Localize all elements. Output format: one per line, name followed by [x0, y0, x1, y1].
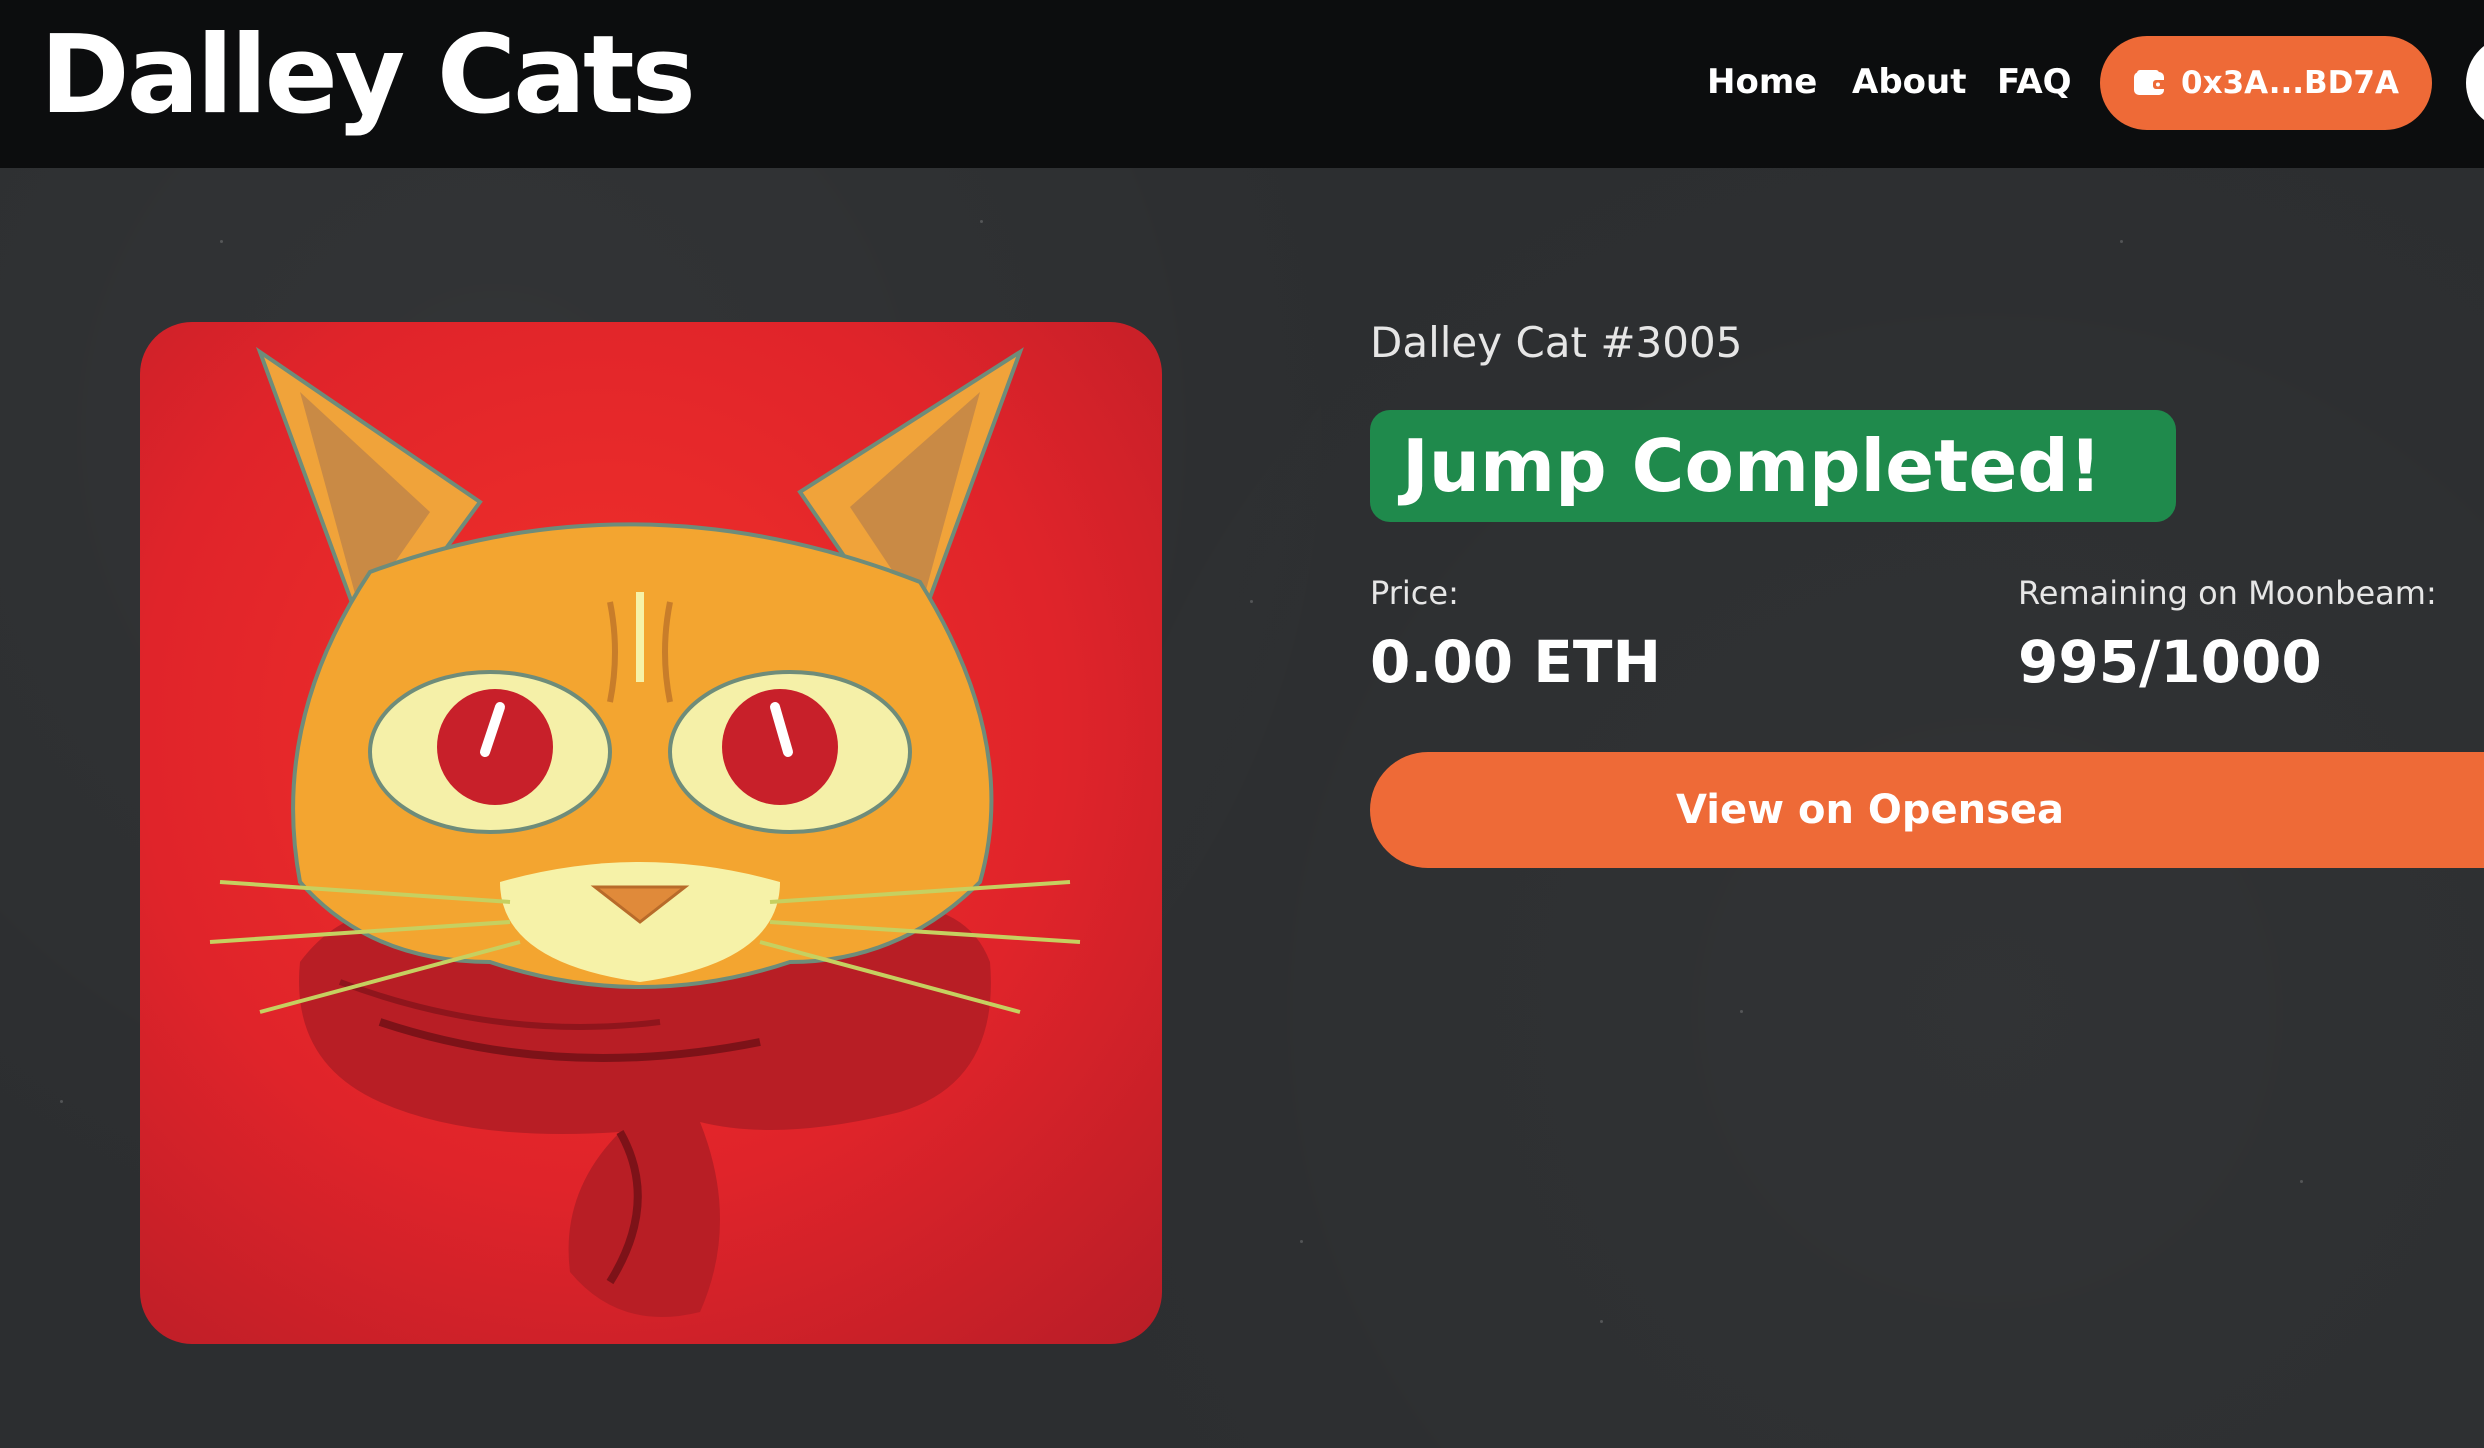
nav-faq-link[interactable]: FAQ — [1997, 62, 2072, 102]
view-on-opensea-button[interactable]: View on Opensea — [1370, 752, 2484, 868]
wallet-address: 0x3A...BD7A — [2181, 65, 2399, 101]
nft-artwork-image — [140, 322, 1162, 1344]
wallet-icon — [2133, 69, 2168, 97]
nft-title: Dalley Cat #3005 — [1370, 318, 1743, 367]
nav-about-link[interactable]: About — [1852, 62, 1966, 102]
nav-home-link[interactable]: Home — [1707, 62, 1817, 102]
remaining-value: 995/1000 — [2018, 628, 2322, 696]
wallet-connect-button[interactable]: 0x3A...BD7A — [2100, 36, 2432, 130]
account-avatar[interactable] — [2466, 36, 2484, 130]
top-navbar: Dalley Cats Home About FAQ 0x3A...BD7A — [0, 0, 2484, 168]
price-value: 0.00 ETH — [1370, 628, 1662, 696]
jump-status-badge: Jump Completed! — [1370, 410, 2176, 522]
page: Dalley Cats Home About FAQ 0x3A...BD7A D… — [0, 0, 2484, 1448]
remaining-label: Remaining on Moonbeam: — [2018, 574, 2437, 612]
price-label: Price: — [1370, 574, 1459, 612]
site-logo[interactable]: Dalley Cats — [40, 22, 696, 130]
